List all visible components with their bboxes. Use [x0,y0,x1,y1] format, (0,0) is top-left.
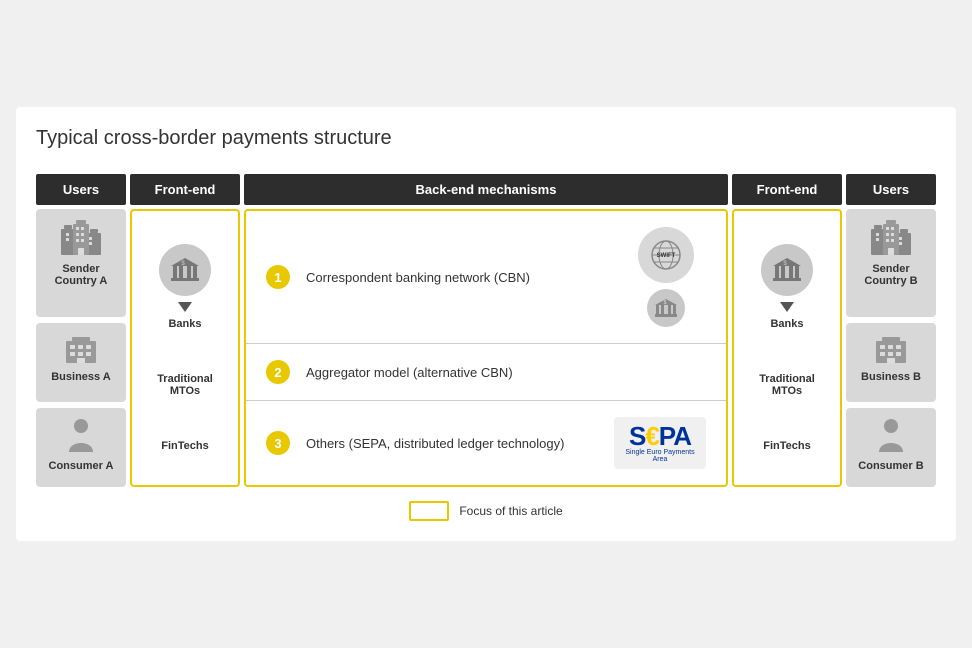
sepa-subtitle: Single Euro Payments Area [624,449,696,463]
right-user-business-label: Business B [861,371,921,383]
left-user-consumer-label: Consumer A [49,460,114,472]
building-single-icon-left [62,333,100,365]
building-group-icon-right [869,219,913,257]
right-user-business: Business B [846,323,936,402]
badge-3: 3 [266,431,290,455]
header-backend: Back-end mechanisms [244,174,728,205]
page-title: Typical cross-border payments structure [36,127,936,158]
person-icon-right [877,418,905,454]
legend-text: Focus of this article [459,504,562,518]
header-frontend-right: Front-end [732,174,842,205]
header-users-left: Users [36,174,126,205]
content-row: SenderCountry A Business [36,209,936,487]
left-user-business-label: Business A [51,371,111,383]
right-user-consumer: Consumer B [846,408,936,487]
left-fe-fintechs-label: FinTechs [161,440,208,452]
building-single-icon-right [872,333,910,365]
legend-row: Focus of this article [36,501,936,521]
left-frontend-column: $ Banks TraditionalMTOs FinTechs [130,209,240,487]
right-fe-banks-label: Banks [770,318,803,330]
bank-svg-left: $ [169,256,201,284]
backend-text-3: Others (SEPA, distributed ledger technol… [306,436,598,451]
right-users-column: SenderCountry B Business B [846,209,936,487]
right-fe-fintechs-label: FinTechs [763,440,810,452]
sepa-e-highlight: € [645,421,658,451]
main-card: Typical cross-border payments structure … [16,107,956,541]
sepa-logo-area: S€PA Single Euro Payments Area [614,417,706,469]
backend-item-others: 3 Others (SEPA, distributed ledger techn… [246,401,726,485]
arrow-icon-left [178,302,192,312]
right-fe-fintechs: FinTechs [763,440,810,452]
legend-box [409,501,449,521]
cbn-icon-area: SWIFT $ [626,227,706,327]
bank-svg-cbn: $ [653,297,679,319]
person-icon-left [67,418,95,454]
bank-icon-cbn: $ [647,289,685,327]
svg-text:SWIFT: SWIFT [657,253,676,259]
backend-text-2: Aggregator model (alternative CBN) [306,365,706,380]
backend-item-aggregator: 2 Aggregator model (alternative CBN) [246,344,726,401]
badge-2: 2 [266,360,290,384]
building-group-icon-left [59,219,103,257]
left-fe-fintechs: FinTechs [161,440,208,452]
swift-globe-svg: SWIFT [646,238,686,272]
arrow-icon-right [780,302,794,312]
left-fe-banks: $ Banks [159,244,211,330]
backend-column: 1 Correspondent banking network (CBN) [244,209,728,487]
left-fe-mtos-label: TraditionalMTOs [157,373,213,397]
left-fe-mtos: TraditionalMTOs [157,373,213,397]
header-frontend-left: Front-end [130,174,240,205]
right-fe-mtos-label: TraditionalMTOs [759,373,815,397]
swift-globe-icon: SWIFT [638,227,694,283]
bank-icon-right: $ [761,244,813,296]
right-user-consumer-label: Consumer B [858,460,923,472]
left-user-consumer: Consumer A [36,408,126,487]
right-user-sender-country: SenderCountry B [846,209,936,317]
right-user-sender-country-label: SenderCountry B [864,263,917,287]
badge-1: 1 [266,265,290,289]
left-users-column: SenderCountry A Business [36,209,126,487]
left-fe-banks-label: Banks [168,318,201,330]
svg-text:$: $ [664,300,667,306]
bank-svg-right: $ [771,256,803,284]
left-user-sender-country-label: SenderCountry A [55,263,108,287]
right-fe-banks: $ Banks [761,244,813,330]
bank-icon-left: $ [159,244,211,296]
header-row: Users Front-end Back-end mechanisms Fron… [36,174,936,205]
left-user-business: Business A [36,323,126,402]
right-fe-mtos: TraditionalMTOs [759,373,815,397]
sepa-badge: S€PA Single Euro Payments Area [614,417,706,469]
header-users-right: Users [846,174,936,205]
backend-item-cbn: 1 Correspondent banking network (CBN) [246,211,726,344]
diagram: Users Front-end Back-end mechanisms Fron… [36,174,936,521]
backend-text-1: Correspondent banking network (CBN) [306,270,610,285]
sepa-text: S€PA [629,423,691,449]
left-user-sender-country: SenderCountry A [36,209,126,317]
right-frontend-column: $ Banks TraditionalMTOs FinTechs [732,209,842,487]
